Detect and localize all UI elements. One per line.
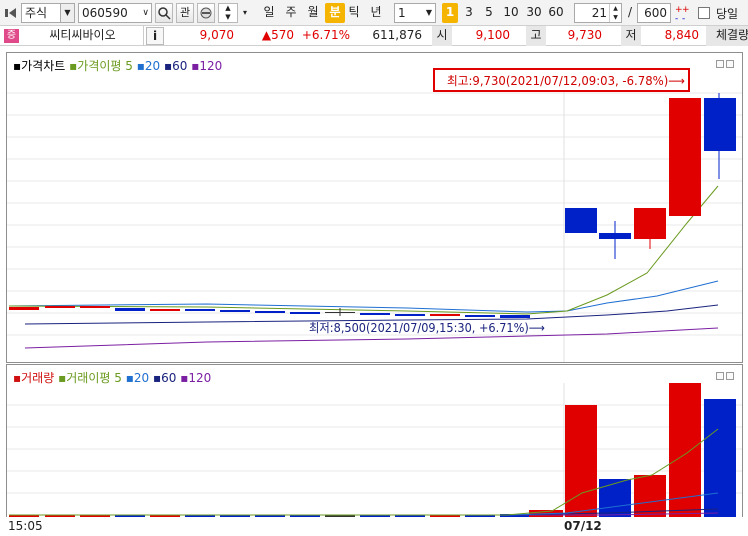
period-week[interactable]: 주 xyxy=(281,3,301,23)
count-separator: / xyxy=(627,5,633,19)
market-select-value: 주식 xyxy=(25,6,48,20)
period-year[interactable]: 년 xyxy=(366,3,386,23)
interest-icon[interactable] xyxy=(197,3,215,23)
current-price: 9,070 xyxy=(199,28,234,42)
info-button[interactable]: i xyxy=(146,27,164,45)
search-icon[interactable] xyxy=(155,3,173,23)
price-panel: ▪가격차트 ▪가격이평 5 ▪20 ▪60 ▪120 최고:9,730(2021… xyxy=(6,52,743,363)
low-price: 8,840 xyxy=(664,28,699,42)
low-label: 저 xyxy=(621,26,641,46)
high-label: 고 xyxy=(526,26,546,46)
plus-minus-icon[interactable]: + + - - xyxy=(674,4,690,24)
time-axis-start: 15:05 xyxy=(8,519,43,533)
price-chart-canvas: 최고:9,730(2021/07/12,09:03, -6.78%)⟶ 최저:8… xyxy=(7,68,742,362)
spin-updown-icon: ▲ ▼ xyxy=(609,4,621,22)
stock-name: 씨티씨바이오 xyxy=(22,26,144,46)
trade-volume: 611,876 xyxy=(372,28,422,42)
spin-updown-icon[interactable]: ▲ ▼ xyxy=(218,3,238,23)
count-input-value: 21 xyxy=(591,6,607,20)
period-tick[interactable]: 틱 xyxy=(344,3,364,23)
code-input-value: 060590 xyxy=(82,6,128,20)
volume-bars xyxy=(9,383,736,517)
gwan-button[interactable]: 관 xyxy=(176,3,194,23)
period-month[interactable]: 월 xyxy=(303,3,323,23)
interval-30[interactable]: 30 xyxy=(524,3,544,23)
volume-panel: ▪거래량 ▪거래이평 5 ▪20 ▪60 ▪120 xyxy=(6,364,743,518)
time-axis-date: 07/12 xyxy=(564,519,602,533)
total-input-value: 600 xyxy=(644,6,667,20)
svg-text:-: - xyxy=(675,14,678,22)
interval-select[interactable]: 1 ▼ xyxy=(394,3,436,23)
link-arrow-icon[interactable] xyxy=(4,5,20,21)
period-minute[interactable]: 분 xyxy=(325,3,345,23)
today-checkbox[interactable] xyxy=(698,7,710,19)
change-rate: +6.71% xyxy=(301,28,350,42)
chevron-down-icon: ▼ xyxy=(425,8,433,17)
interval-5[interactable]: 5 xyxy=(482,3,496,23)
volume-chart-canvas xyxy=(7,383,742,517)
chevron-down-icon: ▼ xyxy=(60,4,74,22)
period-day[interactable]: 일 xyxy=(259,3,279,23)
market-select[interactable]: 주식 ▼ xyxy=(21,3,75,23)
high-price: 9,730 xyxy=(567,28,602,42)
price-change: ▲570 xyxy=(261,28,294,42)
high-annotation: 최고:9,730(2021/07/12,09:03, -6.78%)⟶ xyxy=(447,74,685,88)
ma20-line xyxy=(8,280,719,313)
interval-1[interactable]: 1 xyxy=(442,3,458,23)
svg-text:-: - xyxy=(682,14,685,22)
open-label: 시 xyxy=(432,26,452,46)
chevron-down-icon: ∨ xyxy=(142,8,149,18)
interval-3[interactable]: 3 xyxy=(462,3,476,23)
open-price: 9,100 xyxy=(475,28,510,42)
quote-row: 증 씨티씨바이오 i 9,070 ▲570 +6.71% 611,876 시 9… xyxy=(0,26,748,46)
ma5-line xyxy=(8,185,719,315)
low-annotation: 최저:8,500(2021/07/09,15:30, +6.71%)⟶ xyxy=(309,321,545,335)
time-axis: 15:05 07/12 xyxy=(0,517,748,536)
chart-window: 주식 ▼ 060590 ∨ 관 ▲ ▼ ▾ 일 주 월 분 틱 년 1 ▼ 1 3… xyxy=(0,0,748,536)
today-label: 당일 xyxy=(716,7,739,21)
dropdown-small-icon[interactable]: ▾ xyxy=(240,3,250,23)
interval-select-value: 1 xyxy=(398,6,406,20)
interval-60[interactable]: 60 xyxy=(546,3,566,23)
toolbar: 주식 ▼ 060590 ∨ 관 ▲ ▼ ▾ 일 주 월 분 틱 년 1 ▼ 1 3… xyxy=(0,0,748,26)
total-input[interactable]: 600 xyxy=(637,3,671,23)
exec-label: 체결량 xyxy=(706,26,748,46)
interval-10[interactable]: 10 xyxy=(501,3,521,23)
count-input[interactable]: 21 ▲ ▼ xyxy=(574,3,622,23)
market-badge: 증 xyxy=(4,29,19,43)
big-candles xyxy=(565,93,736,259)
code-input[interactable]: 060590 ∨ xyxy=(78,3,152,23)
